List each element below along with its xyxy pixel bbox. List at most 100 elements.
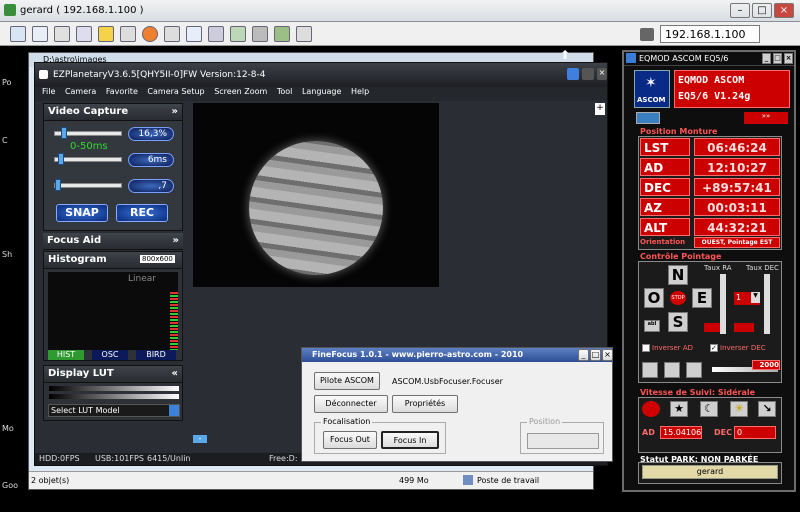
menu-screen-zoom[interactable]: Screen Zoom xyxy=(214,87,267,96)
document-icon[interactable] xyxy=(120,26,136,42)
eq-minimize-icon[interactable]: _ xyxy=(762,53,771,64)
menu-language[interactable]: Language xyxy=(302,87,341,96)
desktop-label: Goo xyxy=(2,481,18,490)
stop-button[interactable]: STOP xyxy=(670,291,686,305)
chat-icon[interactable] xyxy=(274,26,290,42)
settings-icon[interactable] xyxy=(252,26,268,42)
gamma-thumb[interactable] xyxy=(55,179,61,191)
pilote-ascom-button[interactable]: Pilote ASCOM xyxy=(314,372,380,390)
window-icon[interactable] xyxy=(32,26,48,42)
tab-hist[interactable]: HIST xyxy=(48,350,84,360)
chevron-down-icon[interactable]: ▼ xyxy=(751,292,760,303)
plus-button[interactable]: + xyxy=(595,103,605,115)
star-icon: ✶ xyxy=(645,75,657,91)
eqmod-app-icon xyxy=(626,53,636,63)
dec-rate-slider[interactable] xyxy=(764,274,770,334)
add-icon[interactable] xyxy=(636,112,660,124)
rec-button[interactable]: REC xyxy=(116,204,168,222)
chevron-down-icon[interactable] xyxy=(169,405,179,416)
deconnecter-button[interactable]: Déconnecter xyxy=(314,395,388,413)
ez-restore-icon[interactable] xyxy=(567,68,579,80)
monitor-icon[interactable] xyxy=(208,26,224,42)
lunar-icon[interactable]: ☾ xyxy=(700,401,718,417)
orientation-label: Orientation xyxy=(640,238,686,246)
rate-select[interactable]: 1 ▼ xyxy=(734,292,760,305)
location-label: Poste de travail xyxy=(477,476,540,485)
focus-in-button[interactable]: Focus In xyxy=(381,431,439,449)
tab-osc[interactable]: OSC xyxy=(92,350,128,360)
minimize-icon[interactable]: – xyxy=(730,3,750,18)
tools-icon[interactable]: »» xyxy=(744,112,788,124)
ff-close-icon[interactable]: × xyxy=(602,349,613,361)
snap-button[interactable]: SNAP xyxy=(56,204,108,222)
ez-maximize-icon[interactable] xyxy=(582,68,594,80)
inverser-ad-checkbox[interactable] xyxy=(642,344,650,352)
ascom-logo-text: ASCOM xyxy=(637,96,666,104)
guide-icon[interactable] xyxy=(642,362,658,378)
eq-close-icon[interactable]: × xyxy=(784,53,793,64)
ad-rate-field[interactable]: 15.04106 xyxy=(660,426,702,439)
tools-icon[interactable] xyxy=(54,26,70,42)
menu-camera[interactable]: Camera xyxy=(65,87,96,96)
park-button[interactable]: gerard xyxy=(642,465,778,479)
dec-rate-field[interactable]: 0 xyxy=(734,426,776,439)
ff-maximize-icon[interactable]: □ xyxy=(590,349,601,361)
ip-address-field[interactable]: 192.168.1.100 xyxy=(660,25,760,43)
north-button[interactable]: N xyxy=(668,265,688,285)
south-button[interactable]: S xyxy=(668,312,688,332)
ra-rate-slider[interactable] xyxy=(720,274,726,334)
lut-select-value: Select LUT Model xyxy=(51,406,120,415)
remote-window-title: gerard ( 192.168.1.100 ) xyxy=(20,5,144,16)
transfer-icon[interactable] xyxy=(230,26,246,42)
menu-favorite[interactable]: Favorite xyxy=(106,87,138,96)
close-icon[interactable]: × xyxy=(774,3,794,18)
remote-title-bar: gerard ( 192.168.1.100 ) – □ × xyxy=(0,0,800,22)
gain-thumb[interactable] xyxy=(61,127,67,139)
exposure-slider[interactable] xyxy=(54,157,122,162)
windows-logo-icon[interactable] xyxy=(98,26,114,42)
proprietes-button[interactable]: Propriétés xyxy=(392,395,458,413)
menu-tool[interactable]: Tool xyxy=(277,87,293,96)
tab-bird[interactable]: BIRD xyxy=(136,350,176,360)
west-button[interactable]: O xyxy=(644,288,664,308)
remote-toolbar: 192.168.1.100 xyxy=(0,22,800,46)
exposure-thumb[interactable] xyxy=(58,153,64,165)
screen-icon[interactable] xyxy=(10,26,26,42)
alert-icon[interactable] xyxy=(142,26,158,42)
menu-file[interactable]: File xyxy=(42,87,55,96)
lut-select[interactable]: Select LUT Model xyxy=(48,404,180,417)
focus-aid-header[interactable]: Focus Aid » xyxy=(43,233,183,250)
ez-close-icon[interactable]: × xyxy=(597,68,607,80)
position-field[interactable] xyxy=(527,433,599,449)
fullscreen-icon[interactable] xyxy=(186,26,202,42)
histogram-title: Histogram xyxy=(48,254,107,265)
expand-icon[interactable]: » xyxy=(173,235,179,246)
grid-icon[interactable] xyxy=(664,362,680,378)
lut-gradient xyxy=(49,386,179,391)
tracking-stop-icon[interactable] xyxy=(642,401,660,417)
clipboard-icon[interactable] xyxy=(164,26,180,42)
disconnect-icon[interactable] xyxy=(296,26,312,42)
collapse-icon[interactable]: » xyxy=(172,106,178,117)
collapse-icon[interactable]: « xyxy=(172,368,178,379)
pad-icon[interactable] xyxy=(686,362,702,378)
gamma-slider[interactable] xyxy=(54,183,122,188)
solar-icon[interactable]: ☀ xyxy=(730,401,748,417)
minus-button[interactable]: - xyxy=(193,435,207,443)
focus-out-button[interactable]: Focus Out xyxy=(323,431,377,449)
focus-aid-title: Focus Aid xyxy=(47,235,102,246)
rate-select-value: 1 xyxy=(736,293,742,302)
east-button[interactable]: E xyxy=(692,288,712,308)
inverser-dec-checkbox[interactable]: ✓ xyxy=(710,344,718,352)
sidereal-icon[interactable]: ★ xyxy=(670,401,688,417)
ff-minimize-icon[interactable]: _ xyxy=(578,349,589,361)
taux-dec-label: Taux DEC xyxy=(746,264,779,272)
refresh-icon[interactable] xyxy=(76,26,92,42)
abl-icon[interactable]: abl xyxy=(644,320,660,332)
menu-camera-setup[interactable]: Camera Setup xyxy=(147,87,204,96)
focus-aid-panel: Focus Aid » xyxy=(43,233,183,250)
menu-help[interactable]: Help xyxy=(351,87,369,96)
maximize-icon[interactable]: □ xyxy=(752,3,772,18)
custom-rate-icon[interactable]: ↘ xyxy=(758,401,776,417)
eq-maximize-icon[interactable]: □ xyxy=(773,53,782,64)
